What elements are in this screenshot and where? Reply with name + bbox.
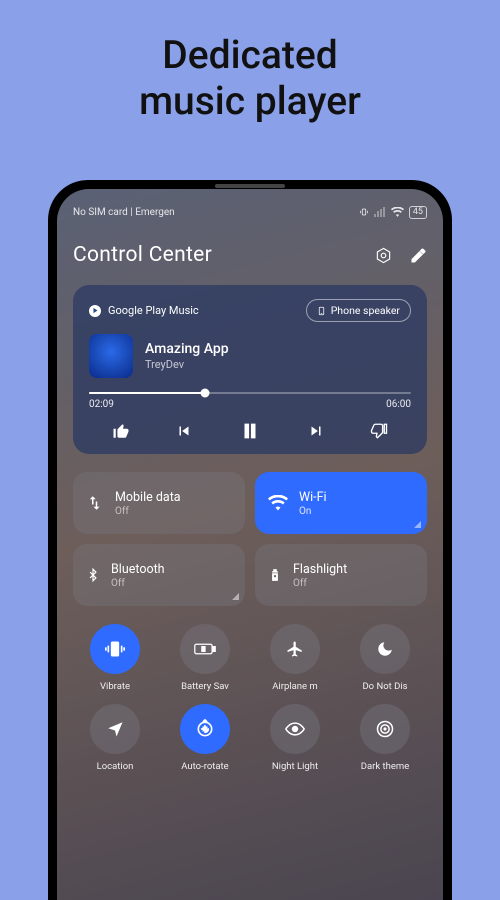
round-tile-do-not-dis: Do Not Dis <box>343 624 427 692</box>
expand-indicator-icon <box>232 593 239 600</box>
music-source-icon <box>89 305 101 317</box>
tile-state: Off <box>111 578 165 589</box>
output-device-label: Phone speaker <box>331 304 400 317</box>
quick-tiles-grid: Mobile dataOffWi-FiOnBluetoothOffFlashli… <box>73 472 427 606</box>
round-tile-label: Night Light <box>272 761 318 772</box>
batt-icon <box>194 642 216 656</box>
time-elapsed: 02:09 <box>89 399 114 410</box>
phone-frame: No SIM card | Emergen 45 Control Center … <box>48 180 452 900</box>
phone-speaker-grill <box>215 184 285 188</box>
round-tile-auto-rotate: Auto-rotate <box>163 704 247 772</box>
round-tile-airplane-m: Airplane m <box>253 624 337 692</box>
round-tile-button[interactable] <box>360 704 410 754</box>
round-tile-label: Location <box>97 761 134 772</box>
edit-icon[interactable] <box>410 247 427 264</box>
swap-icon <box>86 494 104 512</box>
round-tiles-grid: Vibrate Battery Sav Airplane m Do Not Dis Lo… <box>73 624 427 772</box>
vibrate-icon <box>105 639 125 659</box>
round-tile-label: Airplane m <box>272 681 318 692</box>
progress-thumb[interactable] <box>200 389 209 398</box>
vibrate-status-icon <box>359 207 369 217</box>
wifi-status-icon <box>391 207 404 217</box>
tile-bluetooth[interactable]: BluetoothOff <box>73 544 245 606</box>
tile-flashlight[interactable]: FlashlightOff <box>255 544 427 606</box>
tile-state: Off <box>115 506 181 517</box>
music-source-label: Google Play Music <box>108 304 199 317</box>
tile-state: On <box>299 506 327 517</box>
music-player-card: Google Play Music Phone speaker Amazing … <box>73 285 427 454</box>
previous-track-icon[interactable] <box>175 422 193 440</box>
tile-mobile-data[interactable]: Mobile dataOff <box>73 472 245 534</box>
phone-device-icon <box>317 305 326 317</box>
round-tile-button[interactable] <box>270 704 320 754</box>
expand-indicator-icon <box>414 521 421 528</box>
page-headline: Dedicatedmusic player <box>0 0 500 124</box>
round-tile-button[interactable] <box>180 624 230 674</box>
phone-screen: No SIM card | Emergen 45 Control Center … <box>57 189 443 900</box>
progress-fill <box>89 392 205 394</box>
tile-label: Mobile data <box>115 490 181 505</box>
eye-icon <box>285 722 305 736</box>
album-art[interactable] <box>89 334 133 378</box>
control-center-title: Control Center <box>73 243 212 267</box>
track-title: Amazing App <box>145 341 229 357</box>
status-left-text: No SIM card | Emergen <box>73 207 175 218</box>
round-tile-vibrate: Vibrate <box>73 624 157 692</box>
round-tile-label: Do Not Dis <box>362 681 407 692</box>
tile-label: Wi-Fi <box>299 490 327 505</box>
pause-icon[interactable] <box>239 420 261 442</box>
thumbs-up-icon[interactable] <box>112 422 130 440</box>
round-tile-button[interactable] <box>270 624 320 674</box>
round-tile-label: Vibrate <box>100 681 130 692</box>
round-tile-label: Battery Sav <box>181 681 229 692</box>
round-tile-label: Auto-rotate <box>181 761 228 772</box>
tile-label: Flashlight <box>293 562 347 577</box>
signal-icon <box>374 207 386 217</box>
progress-track[interactable] <box>89 392 411 394</box>
control-center-header: Control Center <box>73 243 427 267</box>
settings-icon[interactable] <box>375 247 392 264</box>
output-device-chip[interactable]: Phone speaker <box>306 299 411 322</box>
bt-icon <box>86 565 100 585</box>
time-duration: 06:00 <box>386 399 411 410</box>
dark-icon <box>375 719 395 739</box>
plane-icon <box>286 640 304 658</box>
loc-icon <box>106 720 124 738</box>
round-tile-button[interactable] <box>90 704 140 754</box>
battery-indicator: 45 <box>409 206 427 219</box>
tile-wi-fi[interactable]: Wi-FiOn <box>255 472 427 534</box>
round-tile-night-light: Night Light <box>253 704 337 772</box>
tile-label: Bluetooth <box>111 562 165 577</box>
round-tile-location: Location <box>73 704 157 772</box>
round-tile-button[interactable] <box>180 704 230 754</box>
status-right-icons: 45 <box>359 206 427 219</box>
status-bar: No SIM card | Emergen 45 <box>73 203 427 221</box>
round-tile-dark-theme: Dark theme <box>343 704 427 772</box>
music-source[interactable]: Google Play Music <box>89 304 199 317</box>
round-tile-button[interactable] <box>90 624 140 674</box>
rotate-icon <box>195 719 215 739</box>
round-tile-label: Dark theme <box>361 761 410 772</box>
round-tile-battery-sav: Battery Sav <box>163 624 247 692</box>
track-artist: TreyDev <box>145 358 229 371</box>
wifi-icon <box>268 495 288 511</box>
thumbs-down-icon[interactable] <box>370 422 388 440</box>
moon-icon <box>376 640 394 658</box>
tile-state: Off <box>293 578 347 589</box>
flash-icon <box>268 565 282 585</box>
round-tile-button[interactable] <box>360 624 410 674</box>
next-track-icon[interactable] <box>307 422 325 440</box>
